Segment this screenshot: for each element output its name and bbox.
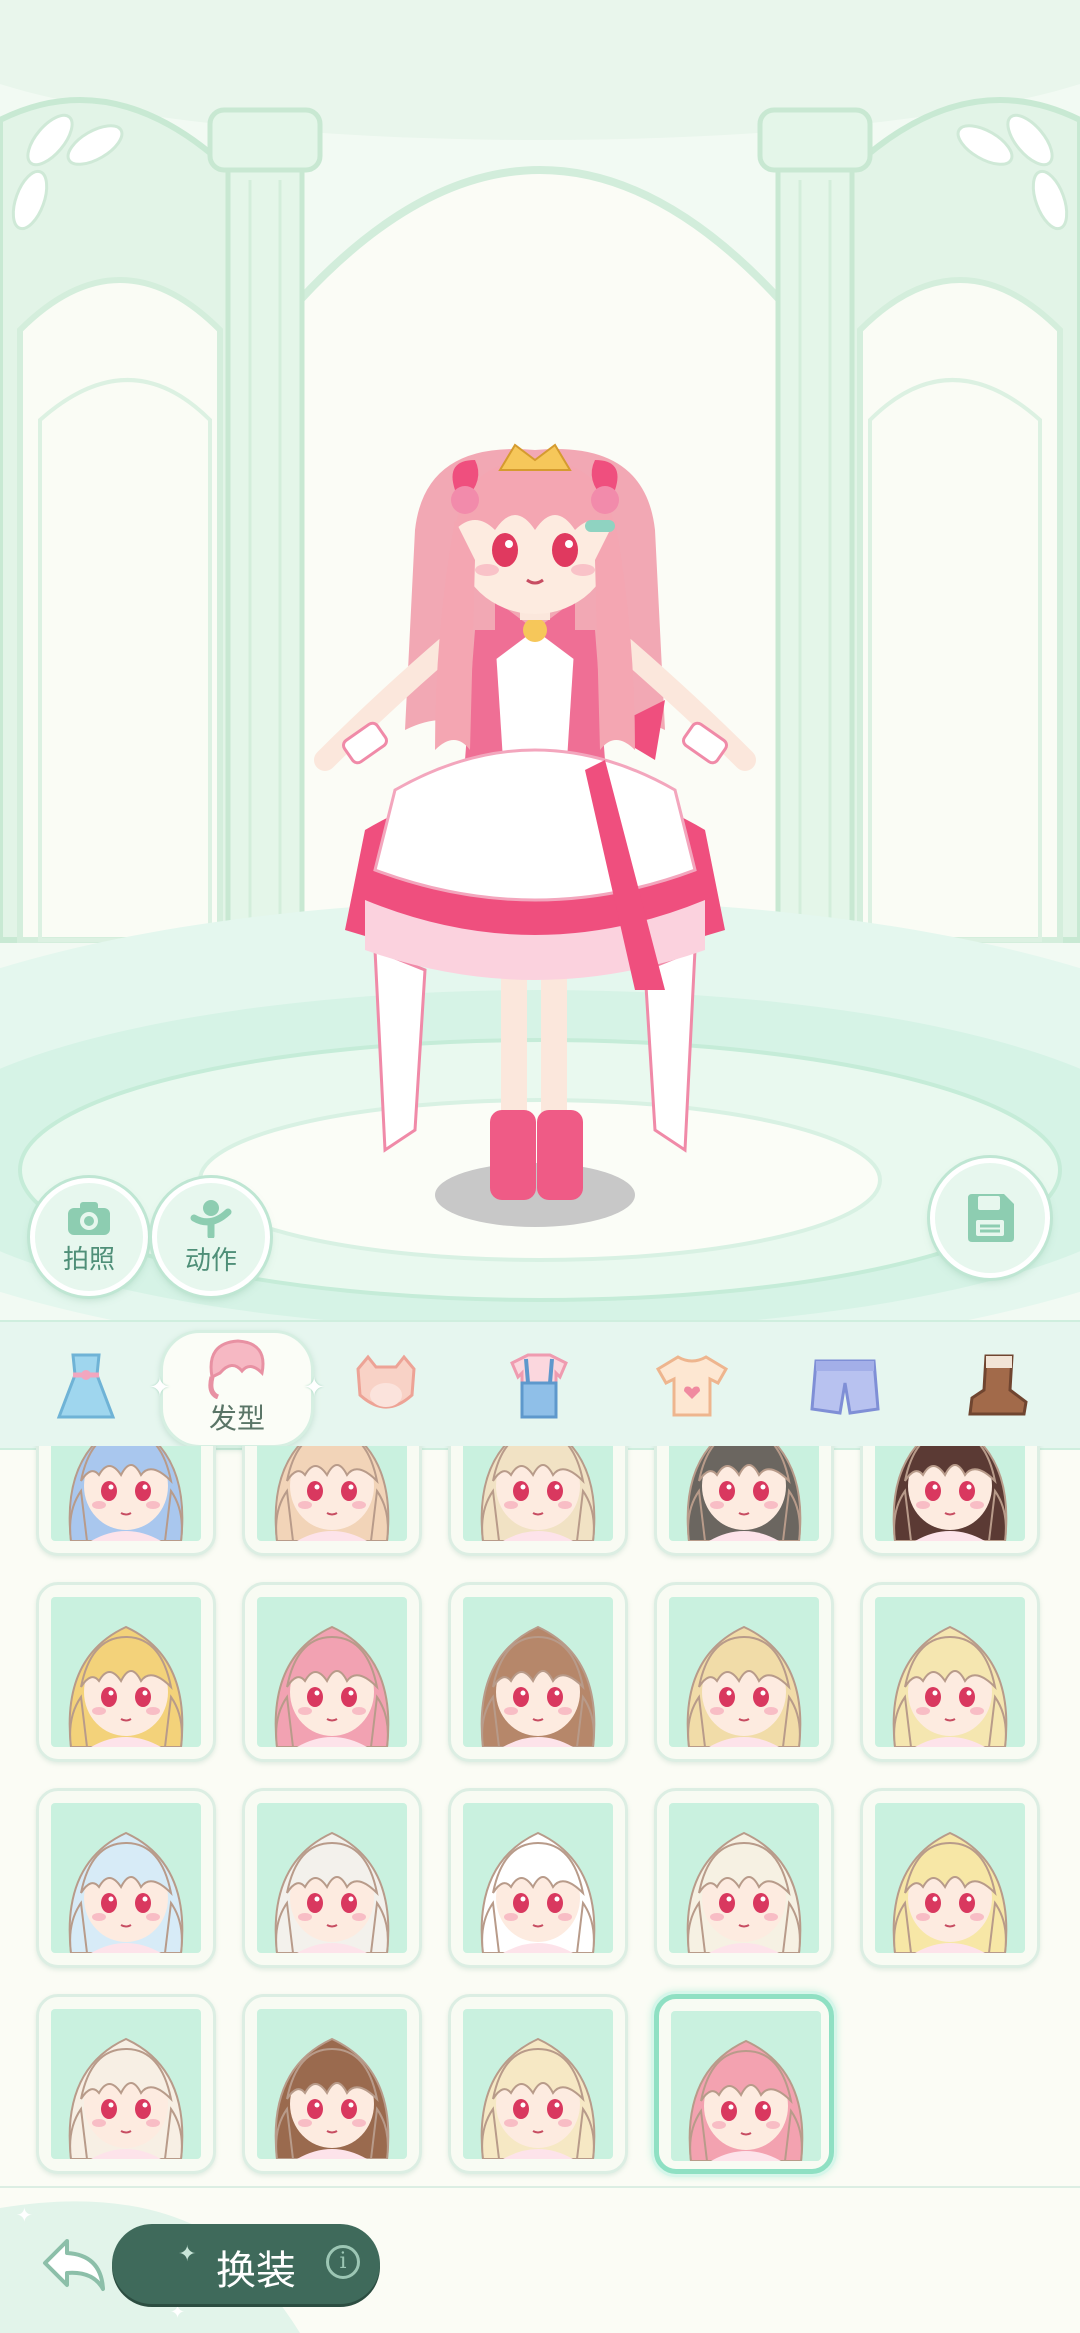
tab-hairstyle-label: 发型 [208, 1402, 265, 1435]
hairstyle-option[interactable] [448, 1446, 628, 1556]
hair-portrait [274, 1625, 390, 1747]
dress-up-button[interactable]: ✦ 换装 i [112, 2224, 380, 2304]
hair-portrait [892, 1446, 1008, 1541]
bottom-bar: ✦ ✦ ✦ 换装 i [0, 2186, 1080, 2333]
hairstyle-preview [875, 1803, 1025, 1953]
hairstyle-option[interactable] [654, 1788, 834, 1968]
hairstyle-preview [257, 1597, 407, 1747]
back-button[interactable] [34, 2230, 114, 2300]
tab-shoes[interactable] [955, 1344, 1039, 1428]
character-avatar [314, 443, 756, 1200]
hairstyle-option[interactable] [860, 1446, 1040, 1556]
sparkle-icon: ✦ [178, 2242, 197, 2267]
hairstyle-grid [0, 1446, 1080, 2186]
hair-portrait [274, 1831, 390, 1953]
svg-text:✦: ✦ [16, 2203, 33, 2227]
hairstyle-preview [51, 2009, 201, 2159]
hairstyle-option[interactable] [448, 1994, 628, 2174]
tshirt-icon [655, 1355, 729, 1417]
hairstyle-option[interactable] [860, 1788, 1040, 1968]
hairstyle-preview [257, 2009, 407, 2159]
hair-portrait [686, 1446, 802, 1541]
dress-icon [56, 1353, 116, 1419]
hairstyle-option[interactable] [242, 1788, 422, 1968]
hair-portrait [480, 1625, 596, 1747]
hair-portrait [274, 2037, 390, 2159]
hairstyle-option[interactable] [654, 1446, 834, 1556]
hairstyle-preview [463, 1597, 613, 1747]
hair-portrait [68, 1625, 184, 1747]
hairstyle-preview [463, 1446, 613, 1541]
hairstyle-option[interactable] [448, 1788, 628, 1968]
hair-portrait [68, 1446, 184, 1541]
sparkle-left-icon: ✦ [149, 1373, 171, 1403]
action-button[interactable]: 动作 [152, 1178, 270, 1296]
back-arrow-icon [43, 2239, 105, 2291]
hair-portrait [686, 1625, 802, 1747]
hairstyle-preview [875, 1597, 1025, 1747]
save-icon [968, 1194, 1014, 1242]
hairstyle-option[interactable] [36, 1994, 216, 2174]
hairstyle-option[interactable] [448, 1582, 628, 1762]
tab-dress[interactable] [44, 1344, 128, 1428]
hairstyle-option[interactable] [36, 1582, 216, 1762]
hairstyle-preview [257, 1446, 407, 1541]
svg-text:✦: ✦ [170, 2302, 185, 2323]
hair-portrait [480, 2037, 596, 2159]
hairstyle-preview [669, 1803, 819, 1953]
camera-button[interactable]: 拍照 [30, 1178, 148, 1296]
hairstyle-option[interactable] [654, 1582, 834, 1762]
hairstyle-preview [257, 1803, 407, 1953]
hairstyle-option[interactable] [242, 1994, 422, 2174]
stage-area: 拍照 动作 [0, 0, 1080, 1320]
camera-icon [68, 1201, 110, 1235]
tab-hairstyle[interactable]: 发型 ✦ ✦ [149, 1330, 325, 1448]
hairstyle-preview [51, 1597, 201, 1747]
tab-top[interactable] [650, 1344, 734, 1428]
hair-portrait [274, 1446, 390, 1541]
hair-portrait [688, 2039, 804, 2161]
boot-icon [968, 1354, 1028, 1416]
hairstyle-preview [51, 1803, 201, 1953]
overalls-icon [510, 1353, 568, 1419]
hairstyle-option[interactable] [36, 1788, 216, 1968]
action-label: 动作 [184, 1245, 237, 1276]
tab-shorts[interactable] [803, 1344, 887, 1428]
hairstyle-preview [669, 1597, 819, 1747]
hairstyle-option[interactable] [242, 1582, 422, 1762]
hairstyle-preview [51, 1446, 201, 1541]
sparkle-right-icon: ✦ [303, 1373, 325, 1403]
camera-label: 拍照 [62, 1244, 115, 1275]
hairstyle-option[interactable] [654, 1994, 834, 2174]
hair-portrait [686, 1831, 802, 1953]
hairstyle-option[interactable] [36, 1446, 216, 1556]
save-button[interactable] [930, 1158, 1050, 1278]
hair-portrait [892, 1831, 1008, 1953]
pose-icon [190, 1199, 232, 1238]
hair-portrait [68, 2037, 184, 2159]
hairstyle-preview [671, 2011, 821, 2161]
hair-icon [208, 1339, 265, 1399]
shorts-icon [810, 1359, 880, 1415]
info-icon[interactable]: i [326, 2245, 360, 2279]
dress-up-label: 换装 [216, 2248, 296, 2294]
hairstyle-option[interactable] [242, 1446, 422, 1556]
hair-portrait [480, 1446, 596, 1541]
category-tabbar: 发型 ✦ ✦ [0, 1320, 1080, 1450]
hair-portrait [480, 1831, 596, 1953]
hairstyle-preview [669, 1446, 819, 1541]
hair-portrait [892, 1625, 1008, 1747]
hair-portrait [68, 1831, 184, 1953]
hairstyle-preview [463, 2009, 613, 2159]
tab-overalls[interactable] [497, 1344, 581, 1428]
tab-face[interactable] [344, 1344, 428, 1428]
hairstyle-option[interactable] [860, 1582, 1040, 1762]
hairstyle-preview [463, 1803, 613, 1953]
hairstyle-preview [875, 1446, 1025, 1541]
face-icon [356, 1354, 416, 1409]
